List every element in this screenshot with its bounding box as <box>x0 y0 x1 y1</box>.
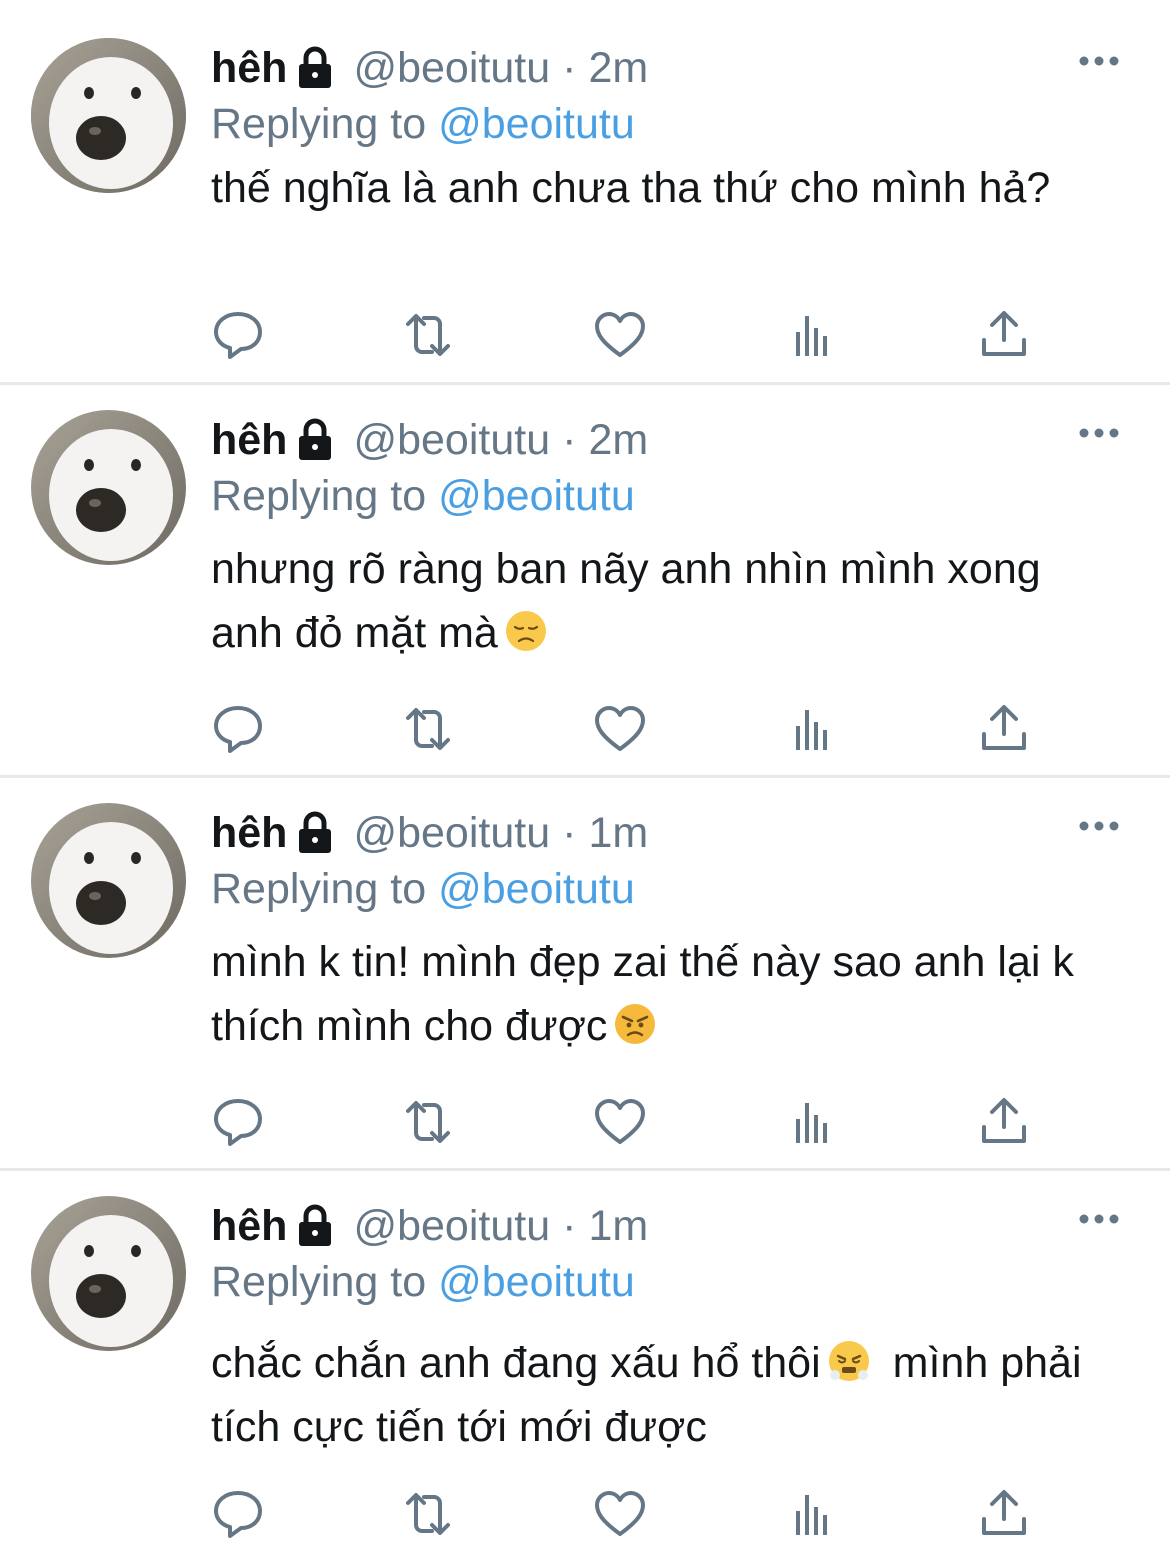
reply-icon[interactable] <box>210 1095 266 1149</box>
retweet-icon[interactable] <box>400 702 456 756</box>
reply-icon[interactable] <box>210 702 266 756</box>
more-icon[interactable] <box>1074 418 1124 448</box>
retweet-icon[interactable] <box>400 308 456 362</box>
avatar[interactable] <box>31 410 186 565</box>
retweet-icon[interactable] <box>400 1487 456 1541</box>
share-icon[interactable] <box>976 1095 1032 1149</box>
tweet-actions <box>210 702 1040 756</box>
timestamp[interactable]: 1m <box>588 1202 648 1251</box>
analytics-icon[interactable] <box>784 1487 840 1541</box>
tweet-text: nhưng rõ ràng ban nãy anh nhìn mình xong… <box>211 537 1111 665</box>
display-name[interactable]: hêh <box>211 809 287 858</box>
separator: · <box>562 1201 577 1250</box>
avatar[interactable] <box>31 38 186 193</box>
reply-prefix: Replying to <box>211 865 427 913</box>
more-icon[interactable] <box>1074 811 1124 841</box>
display-name[interactable]: hêh <box>211 416 287 465</box>
timestamp[interactable]: 2m <box>588 416 648 465</box>
user-handle[interactable]: @beoitutu <box>353 416 550 465</box>
tweet-header: hêh @beoitutu · 1m <box>211 805 648 861</box>
tweet[interactable]: hêh @beoitutu · 1m Replying to @beoitutu… <box>0 765 1170 1169</box>
reply-icon[interactable] <box>210 308 266 362</box>
display-name[interactable]: hêh <box>211 44 287 93</box>
replying-to: Replying to @beoitutu <box>211 1254 635 1310</box>
heart-icon[interactable] <box>592 1487 648 1541</box>
tweet-header: hêh @beoitutu · 2m <box>211 412 648 468</box>
reply-mention[interactable]: @beoitutu <box>438 100 635 148</box>
tweet[interactable]: hêh @beoitutu · 2m Replying to @beoitutu… <box>0 372 1170 776</box>
replying-to: Replying to @beoitutu <box>211 468 635 524</box>
more-icon[interactable] <box>1074 46 1124 76</box>
analytics-icon[interactable] <box>784 1095 840 1149</box>
timestamp[interactable]: 2m <box>588 44 648 93</box>
more-icon[interactable] <box>1074 1204 1124 1234</box>
separator: · <box>562 415 577 464</box>
avatar[interactable] <box>31 1196 186 1351</box>
reply-mention[interactable]: @beoitutu <box>438 1258 635 1306</box>
user-handle[interactable]: @beoitutu <box>353 809 550 858</box>
lock-icon <box>299 811 332 853</box>
reply-mention[interactable]: @beoitutu <box>438 472 635 520</box>
reply-prefix: Replying to <box>211 1258 427 1306</box>
tweet-header: hêh @beoitutu · 2m <box>211 40 648 96</box>
angry-face-icon <box>615 1004 656 1044</box>
timestamp[interactable]: 1m <box>588 809 648 858</box>
share-icon[interactable] <box>976 702 1032 756</box>
tweet[interactable]: hêh @beoitutu · 1m Replying to @beoitutu… <box>0 1158 1170 1557</box>
replying-to: Replying to @beoitutu <box>211 96 635 152</box>
tweet-text: chắc chắn anh đang xấu hổ thôi mình phải… <box>211 1331 1111 1459</box>
lock-icon <box>299 418 332 460</box>
lock-icon <box>299 46 332 88</box>
share-icon[interactable] <box>976 1487 1032 1541</box>
user-handle[interactable]: @beoitutu <box>353 1202 550 1251</box>
display-name[interactable]: hêh <box>211 1202 287 1251</box>
user-handle[interactable]: @beoitutu <box>353 44 550 93</box>
lock-icon <box>299 1204 332 1246</box>
reply-mention[interactable]: @beoitutu <box>438 865 635 913</box>
reply-prefix: Replying to <box>211 472 427 520</box>
retweet-icon[interactable] <box>400 1095 456 1149</box>
heart-icon[interactable] <box>592 702 648 756</box>
share-icon[interactable] <box>976 308 1032 362</box>
tweet-header: hêh @beoitutu · 1m <box>211 1198 648 1254</box>
tweet-actions <box>210 308 1040 362</box>
face-with-steam-from-nose-icon <box>828 1341 869 1381</box>
tweet-text-before: chắc chắn anh đang xấu hổ thôi <box>211 1339 821 1387</box>
tweet-feed: hêh @beoitutu · 2m Replying to @beoitutu… <box>0 0 1170 1557</box>
separator: · <box>562 808 577 857</box>
heart-icon[interactable] <box>592 308 648 362</box>
tweet-text: thế nghĩa là anh chưa tha thứ cho mình h… <box>211 164 1051 212</box>
tweet[interactable]: hêh @beoitutu · 2m Replying to @beoitutu… <box>0 0 1170 383</box>
disappointed-face-icon <box>505 611 546 651</box>
reply-icon[interactable] <box>210 1487 266 1541</box>
heart-icon[interactable] <box>592 1095 648 1149</box>
reply-prefix: Replying to <box>211 100 427 148</box>
avatar[interactable] <box>31 803 186 958</box>
tweet-text: mình k tin! mình đẹp zai thế này sao anh… <box>211 930 1111 1058</box>
tweet-text-content: nhưng rõ ràng ban nãy anh nhìn mình xong… <box>211 545 1041 657</box>
replying-to: Replying to @beoitutu <box>211 861 635 917</box>
separator: · <box>562 43 577 92</box>
tweet-actions <box>210 1095 1040 1149</box>
analytics-icon[interactable] <box>784 308 840 362</box>
tweet-actions <box>210 1487 1040 1541</box>
analytics-icon[interactable] <box>784 702 840 756</box>
